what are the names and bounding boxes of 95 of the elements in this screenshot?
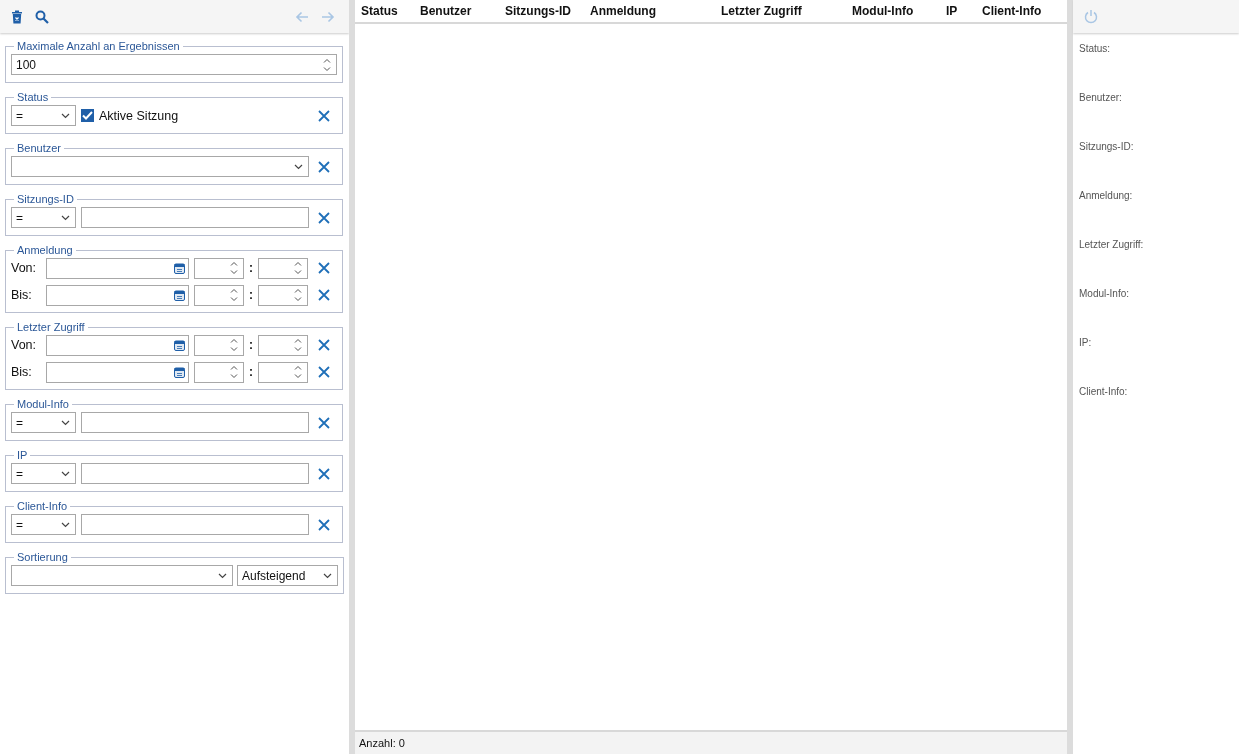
sort-direction-dropdown[interactable]: Aufsteigend [237, 565, 338, 586]
detail-label: Status: [1079, 43, 1112, 56]
date-field[interactable] [46, 284, 189, 306]
column-header[interactable]: Client-Info [982, 4, 1067, 18]
chevron-down-icon [61, 470, 70, 477]
clear-icon[interactable] [318, 289, 330, 301]
operator-dropdown[interactable]: = [11, 207, 76, 228]
time-separator: : [248, 261, 254, 275]
input-field[interactable] [81, 514, 309, 535]
clear-icon[interactable] [318, 262, 330, 274]
user-dropdown[interactable] [11, 156, 309, 177]
group-legend: Anmeldung [14, 244, 76, 256]
clear-icon[interactable] [318, 416, 330, 429]
chevron-down-icon [61, 419, 70, 426]
spinner-icon[interactable] [294, 261, 302, 275]
clear-icon[interactable] [318, 339, 330, 351]
chevron-down-icon [294, 163, 303, 170]
hour-field[interactable] [194, 284, 244, 306]
input-field[interactable] [81, 412, 309, 433]
group-legend: Sortierung [14, 551, 71, 563]
operator-dropdown[interactable]: = [11, 412, 76, 433]
input-field[interactable] [81, 207, 309, 228]
column-header[interactable]: Anmeldung [590, 4, 721, 18]
row-label: Bis: [11, 288, 33, 302]
time-separator: : [248, 288, 254, 302]
group-legend: IP [14, 449, 31, 461]
hour-field[interactable] [194, 361, 244, 383]
calendar-icon[interactable] [174, 339, 185, 351]
detail-label: Client-Info: [1079, 386, 1129, 399]
chevron-down-icon [61, 112, 70, 119]
input-field[interactable] [81, 463, 309, 484]
calendar-icon[interactable] [174, 366, 185, 378]
detail-label: Letzter Zugriff: [1079, 239, 1145, 252]
time-separator: : [248, 365, 254, 379]
group-legend: Maximale Anzahl an Ergebnissen [14, 40, 183, 52]
detail-label: Anmeldung: [1079, 190, 1134, 203]
minute-field[interactable] [258, 257, 308, 279]
date-field[interactable] [46, 361, 189, 383]
trash-icon[interactable] [11, 9, 23, 24]
checkbox[interactable] [81, 109, 94, 122]
spinner-icon[interactable] [323, 57, 331, 72]
spinner-icon[interactable] [230, 261, 238, 275]
operator-dropdown[interactable]: = [11, 514, 76, 535]
date-field[interactable] [46, 334, 189, 356]
operator-dropdown[interactable]: = [11, 463, 76, 484]
clear-icon[interactable] [318, 211, 330, 224]
checkbox-label: Aktive Sitzung [99, 108, 179, 123]
number-field[interactable]: 100 [11, 54, 337, 75]
detail-label: Sitzungs-ID: [1079, 141, 1135, 154]
group-legend: Letzter Zugriff [14, 321, 88, 333]
calendar-icon[interactable] [174, 262, 185, 274]
hour-field[interactable] [194, 257, 244, 279]
spinner-icon[interactable] [294, 288, 302, 302]
column-header[interactable]: Benutzer [420, 4, 505, 18]
column-header[interactable]: Letzter Zugriff [721, 4, 852, 18]
group-legend: Sitzungs-ID [14, 193, 77, 205]
column-header[interactable]: Modul-Info [852, 4, 946, 18]
minute-field[interactable] [258, 361, 308, 383]
date-field[interactable] [46, 257, 189, 279]
group-legend: Benutzer [14, 142, 65, 154]
spinner-icon[interactable] [230, 288, 238, 302]
chevron-down-icon [61, 214, 70, 221]
clear-icon[interactable] [318, 518, 330, 531]
row-label: Von: [11, 338, 38, 352]
row-label: Bis: [11, 365, 33, 379]
detail-label: IP: [1079, 337, 1093, 350]
time-separator: : [248, 338, 254, 352]
group-legend: Client-Info [14, 500, 71, 512]
operator-dropdown[interactable]: = [11, 105, 76, 126]
column-header[interactable]: IP [946, 4, 982, 18]
result-count: Anzahl: 0 [359, 737, 405, 749]
search-icon[interactable] [35, 9, 49, 24]
spinner-icon[interactable] [294, 338, 302, 352]
calendar-icon[interactable] [174, 289, 185, 301]
clear-icon[interactable] [318, 467, 330, 480]
row-label: Von: [11, 261, 38, 275]
hour-field[interactable] [194, 334, 244, 356]
column-header[interactable]: Status [361, 4, 420, 18]
detail-label: Benutzer: [1079, 92, 1123, 105]
clear-icon[interactable] [318, 160, 330, 173]
chevron-down-icon [61, 521, 70, 528]
clear-icon[interactable] [318, 109, 330, 122]
clear-icon[interactable] [318, 366, 330, 378]
minute-field[interactable] [258, 284, 308, 306]
spinner-icon[interactable] [230, 338, 238, 352]
detail-label: Modul-Info: [1079, 288, 1131, 301]
group-legend: Modul-Info [14, 398, 72, 410]
chevron-down-icon [218, 572, 227, 579]
spinner-icon[interactable] [230, 365, 238, 379]
minute-field[interactable] [258, 334, 308, 356]
column-header[interactable]: Sitzungs-ID [505, 4, 590, 18]
group-legend: Status [14, 91, 52, 103]
chevron-down-icon [323, 572, 332, 579]
sort-field-dropdown[interactable] [11, 565, 233, 586]
spinner-icon[interactable] [294, 365, 302, 379]
